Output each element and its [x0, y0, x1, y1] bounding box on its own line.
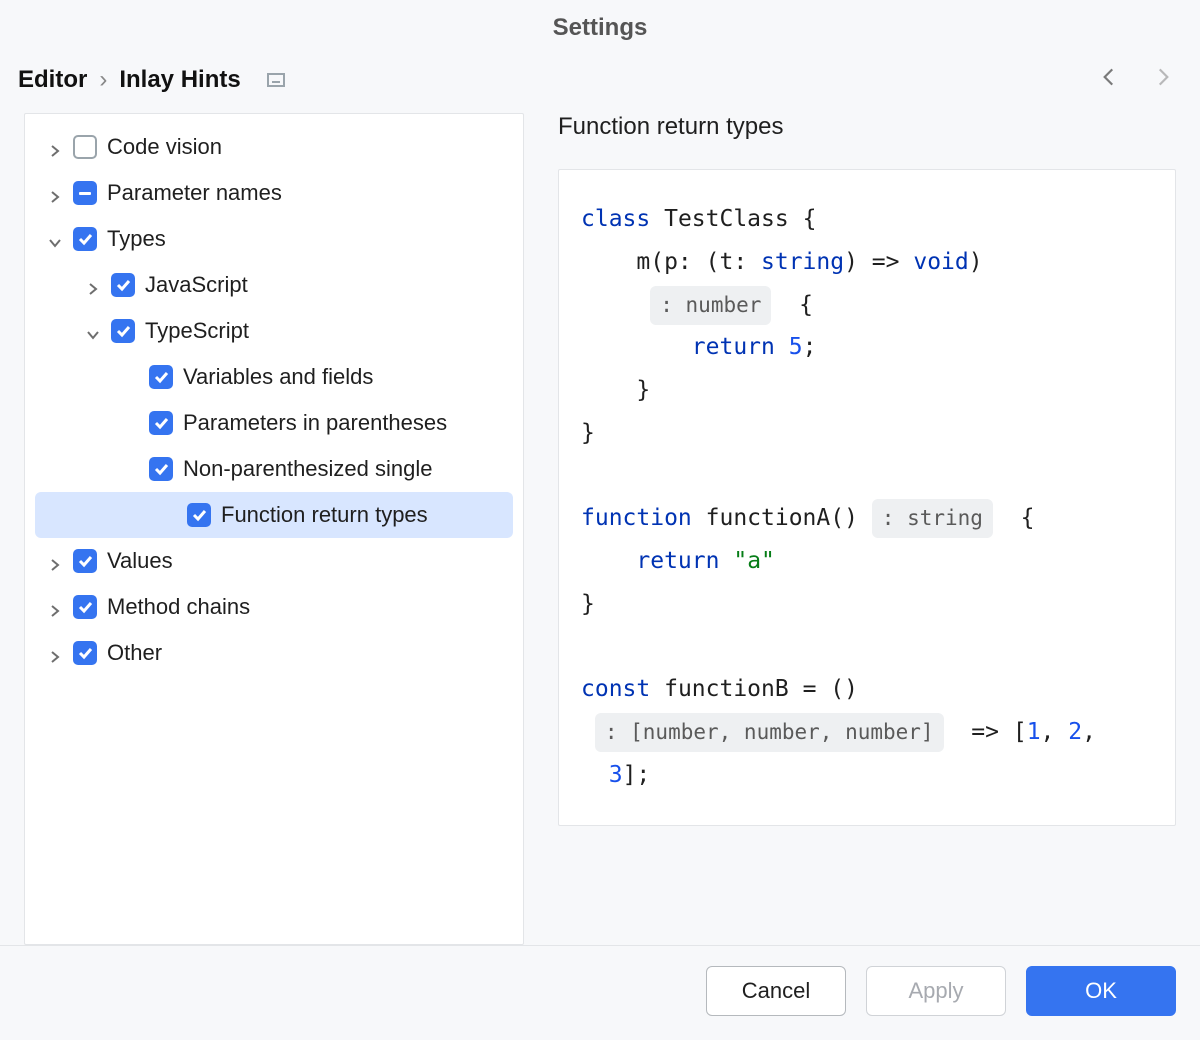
- code-token: m(p: (t:: [581, 249, 761, 275]
- tree-item-label: Parameter names: [107, 180, 282, 206]
- chevron-right-icon[interactable]: [47, 553, 63, 569]
- tree-item-method-chains[interactable]: Method chains: [25, 584, 523, 630]
- nav-forward-button: [1150, 64, 1176, 95]
- code-token: ,: [1041, 719, 1069, 745]
- code-token: [775, 334, 789, 360]
- inlay-hint: : [number, number, number]: [595, 713, 944, 752]
- code-token: const: [581, 676, 650, 702]
- code-token: "a": [733, 548, 775, 574]
- code-token: }: [581, 420, 595, 446]
- tree-item-label: Code vision: [107, 134, 222, 160]
- code-token: ) =>: [844, 249, 913, 275]
- tree-item-label: Parameters in parentheses: [183, 410, 447, 436]
- breadcrumb-leaf: Inlay Hints: [119, 66, 240, 94]
- code-token: [581, 762, 609, 788]
- tree-item-label: Types: [107, 226, 166, 252]
- tree-item-values[interactable]: Values: [25, 538, 523, 584]
- spacer-icon: [161, 507, 177, 523]
- code-token: functionB = (): [650, 676, 858, 702]
- code-token: class: [581, 206, 650, 232]
- spacer-icon: [123, 415, 139, 431]
- checkbox-code-vision[interactable]: [73, 135, 97, 159]
- tree-item-label: TypeScript: [145, 318, 249, 344]
- code-token: string: [761, 249, 844, 275]
- tree-item-label: Function return types: [221, 502, 428, 528]
- code-token: return: [692, 334, 775, 360]
- code-token: functionA(): [692, 505, 872, 531]
- code-token: return: [636, 548, 719, 574]
- code-token: => [: [944, 719, 1027, 745]
- chevron-right-icon[interactable]: [47, 139, 63, 155]
- tree-item-code-vision[interactable]: Code vision: [25, 124, 523, 170]
- checkbox-types[interactable]: [73, 227, 97, 251]
- detail-title: Function return types: [558, 113, 1176, 141]
- tree-item-label: Non-parenthesized single: [183, 456, 433, 482]
- breadcrumb-root[interactable]: Editor: [18, 66, 87, 94]
- checkbox-parameter-names[interactable]: [73, 181, 97, 205]
- chevron-down-icon[interactable]: [47, 231, 63, 247]
- tree-item-variables[interactable]: Variables and fields: [25, 354, 523, 400]
- tree-item-label: Other: [107, 640, 162, 666]
- checkbox-variables[interactable]: [149, 365, 173, 389]
- code-token: [581, 334, 692, 360]
- spacer-icon: [123, 369, 139, 385]
- code-token: TestClass {: [650, 206, 816, 232]
- tree-item-javascript[interactable]: JavaScript: [25, 262, 523, 308]
- tree-item-return-types[interactable]: Function return types: [35, 492, 513, 538]
- chevron-right-icon[interactable]: [85, 277, 101, 293]
- code-token: function: [581, 505, 692, 531]
- checkbox-nonparen[interactable]: [149, 457, 173, 481]
- code-token: ): [969, 249, 983, 275]
- tree-item-label: Variables and fields: [183, 364, 373, 390]
- tree-item-other[interactable]: Other: [25, 630, 523, 676]
- chevron-right-icon: ›: [99, 66, 107, 94]
- code-token: 2: [1068, 719, 1082, 745]
- tree-item-label: JavaScript: [145, 272, 248, 298]
- code-token: }: [581, 377, 650, 403]
- tree-item-nonparen[interactable]: Non-parenthesized single: [25, 446, 523, 492]
- breadcrumb: Editor › Inlay Hints: [18, 66, 285, 94]
- chevron-right-icon[interactable]: [47, 185, 63, 201]
- checkbox-typescript[interactable]: [111, 319, 135, 343]
- code-token: {: [771, 292, 813, 318]
- inlay-hint: : string: [872, 499, 993, 538]
- chevron-right-icon[interactable]: [47, 645, 63, 661]
- code-token: 1: [1027, 719, 1041, 745]
- apply-button: Apply: [866, 966, 1006, 1016]
- tree-item-typescript[interactable]: TypeScript: [25, 308, 523, 354]
- code-token: ];: [623, 762, 651, 788]
- code-token: void: [913, 249, 968, 275]
- tree-item-parameter-names[interactable]: Parameter names: [25, 170, 523, 216]
- checkbox-values[interactable]: [73, 549, 97, 573]
- checkbox-return-types[interactable]: [187, 503, 211, 527]
- code-preview: class TestClass { m(p: (t: string) => vo…: [558, 169, 1176, 826]
- tree-item-types[interactable]: Types: [25, 216, 523, 262]
- spacer-icon: [123, 461, 139, 477]
- ok-button[interactable]: OK: [1026, 966, 1176, 1016]
- checkbox-other[interactable]: [73, 641, 97, 665]
- code-token: ;: [803, 334, 817, 360]
- code-token: 3: [609, 762, 623, 788]
- settings-tree[interactable]: Code vision Parameter names Types JavaSc…: [24, 113, 524, 945]
- code-token: 5: [789, 334, 803, 360]
- code-token: {: [993, 505, 1035, 531]
- chevron-down-icon[interactable]: [85, 323, 101, 339]
- chevron-right-icon[interactable]: [47, 599, 63, 615]
- checkbox-javascript[interactable]: [111, 273, 135, 297]
- tree-item-label: Values: [107, 548, 173, 574]
- code-token: ,: [1082, 719, 1096, 745]
- checkbox-method-chains[interactable]: [73, 595, 97, 619]
- cancel-button[interactable]: Cancel: [706, 966, 846, 1016]
- inlay-hint: : number: [650, 286, 771, 325]
- tree-item-label: Method chains: [107, 594, 250, 620]
- checkbox-parameters[interactable]: [149, 411, 173, 435]
- code-token: [581, 548, 636, 574]
- code-token: }: [581, 591, 595, 617]
- tree-item-parameters[interactable]: Parameters in parentheses: [25, 400, 523, 446]
- code-token: [719, 548, 733, 574]
- window-title: Settings: [0, 0, 1200, 50]
- nav-back-button[interactable]: [1096, 64, 1122, 95]
- layout-icon[interactable]: [267, 73, 285, 87]
